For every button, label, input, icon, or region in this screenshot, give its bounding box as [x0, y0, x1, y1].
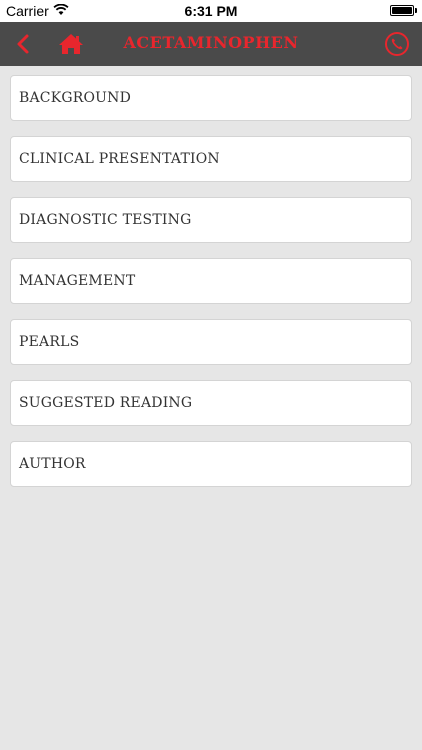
menu-item-label: SUGGESTED READING	[19, 395, 193, 411]
menu-item-label: BACKGROUND	[19, 90, 132, 106]
menu-item-pearls[interactable]: PEARLS	[10, 319, 412, 365]
menu-item-label: MANAGEMENT	[19, 273, 136, 289]
menu-item-label: DIAGNOSTIC TESTING	[19, 212, 192, 228]
nav-bar: ACETAMINOPHEN	[0, 22, 422, 66]
battery-icon	[390, 5, 417, 16]
status-time: 6:31 PM	[184, 3, 238, 19]
page-title: ACETAMINOPHEN	[123, 33, 299, 52]
menu-item-label: PEARLS	[19, 334, 80, 350]
menu-item-background[interactable]: BACKGROUND	[10, 75, 412, 121]
menu-item-management[interactable]: MANAGEMENT	[10, 258, 412, 304]
menu-item-author[interactable]: AUTHOR	[10, 441, 412, 487]
menu-item-diagnostic-testing[interactable]: DIAGNOSTIC TESTING	[10, 197, 412, 243]
menu-item-clinical-presentation[interactable]: CLINICAL PRESENTATION	[10, 136, 412, 182]
menu-item-suggested-reading[interactable]: SUGGESTED READING	[10, 380, 412, 426]
status-bar: Carrier 6:31 PM	[0, 0, 422, 22]
menu-item-label: AUTHOR	[19, 456, 86, 472]
menu-item-label: CLINICAL PRESENTATION	[19, 151, 220, 167]
phone-icon[interactable]	[384, 31, 410, 57]
menu-list: BACKGROUND CLINICAL PRESENTATION DIAGNOS…	[10, 75, 412, 502]
